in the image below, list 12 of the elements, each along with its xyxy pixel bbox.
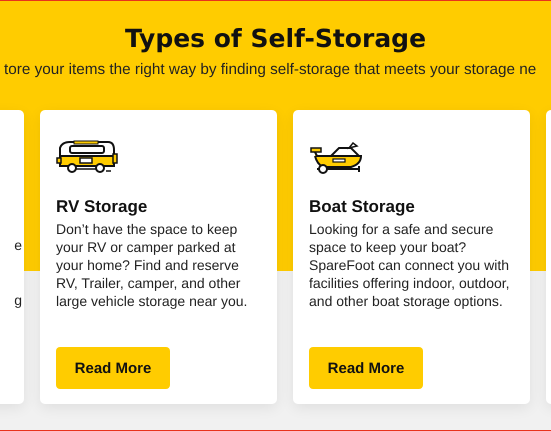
section-subtitle: tore your items the right way by finding self-storage that meets your storage ne [4, 61, 538, 79]
text-fragment: g [14, 292, 22, 308]
card-title: Boat Storage [309, 197, 416, 217]
boat-trailer-icon [309, 142, 365, 174]
card-description: Don’t have the space to keep your RV or camper parked at your home? Find and reserve RV, Trailer, camper, and other large vehicle storage near you. [56, 220, 248, 310]
section-title: Types of Self-Storage [124, 23, 428, 53]
card-title: RV Storage [56, 197, 148, 217]
card-description: Looking for a safe and secure space to keep your boat? SpareFoot can connect you with facilities offering indoor, outdoor, and other boat storage options. [309, 220, 511, 310]
read-more-button[interactable]: Read More [56, 347, 170, 389]
text-fragment: e [14, 237, 22, 253]
camper-trailer-icon [56, 140, 118, 174]
read-more-button[interactable]: Read More [309, 347, 423, 389]
